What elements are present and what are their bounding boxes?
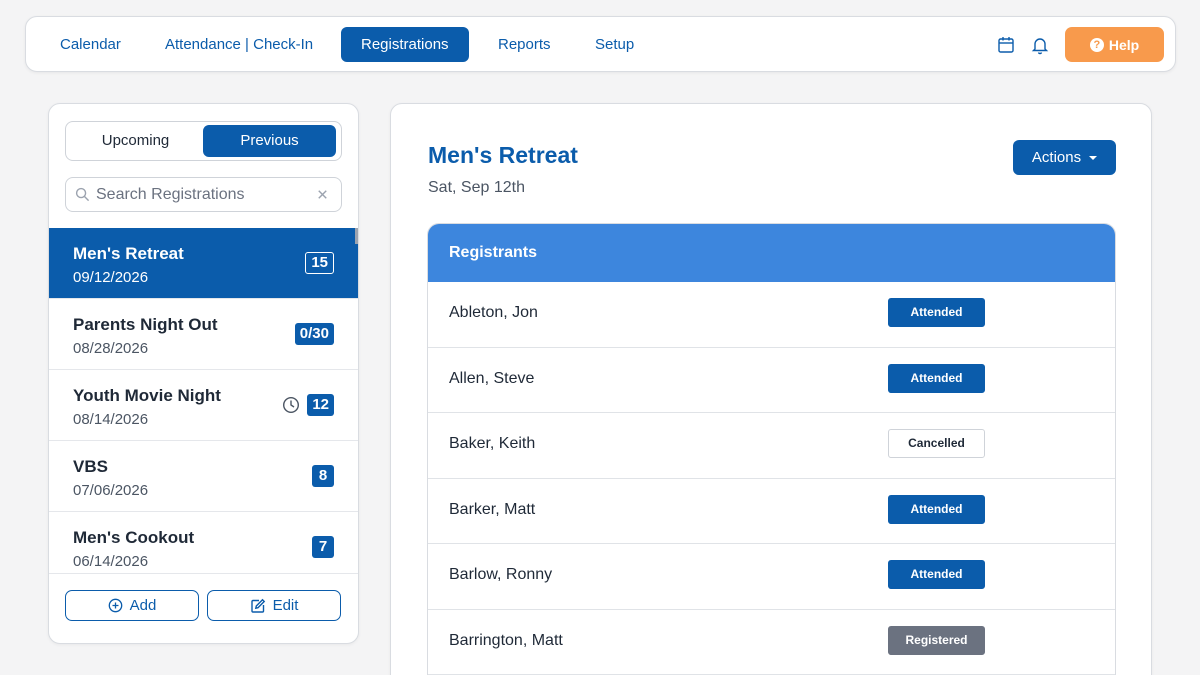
table-row[interactable]: Allen, Steve Attended bbox=[428, 348, 1115, 413]
search-icon bbox=[75, 187, 90, 202]
nav-registrations[interactable]: Registrations bbox=[341, 27, 469, 62]
event-date: Sat, Sep 12th bbox=[428, 179, 525, 196]
nav-reports[interactable]: Reports bbox=[478, 27, 571, 62]
toggle-upcoming[interactable]: Upcoming bbox=[69, 125, 202, 157]
nav-calendar[interactable]: Calendar bbox=[40, 27, 141, 62]
list-scrollbar[interactable] bbox=[355, 228, 358, 244]
registrant-name: Ableton, Jon bbox=[449, 304, 538, 321]
table-row[interactable]: Ableton, Jon Attended bbox=[428, 282, 1115, 348]
calendar-icon[interactable] bbox=[996, 35, 1016, 55]
search-box bbox=[65, 177, 342, 212]
list-item[interactable]: VBS 07/06/2026 8 bbox=[49, 441, 358, 512]
registration-date: 06/14/2026 bbox=[73, 553, 149, 570]
registration-list: Men's Retreat 09/12/2026 15 Parents Nigh… bbox=[49, 228, 358, 574]
edit-label: Edit bbox=[272, 597, 299, 614]
registration-date: 09/12/2026 bbox=[73, 269, 149, 286]
registrant-name: Baker, Keith bbox=[449, 435, 536, 452]
list-item[interactable]: Men's Retreat 09/12/2026 15 bbox=[49, 228, 358, 299]
clear-search-icon[interactable] bbox=[315, 187, 330, 202]
top-navigation: Calendar Attendance | Check-In Registrat… bbox=[25, 16, 1176, 72]
list-item[interactable]: Men's Cookout 06/14/2026 7 bbox=[49, 512, 358, 574]
count-badge: 7 bbox=[312, 536, 334, 558]
count-badge: 8 bbox=[312, 465, 334, 487]
count-badge: 15 bbox=[305, 252, 334, 274]
registration-name: Youth Movie Night bbox=[73, 386, 221, 405]
registration-name: Parents Night Out bbox=[73, 315, 218, 334]
table-header: Registrants bbox=[428, 224, 1115, 282]
status-badge[interactable]: Attended bbox=[888, 298, 985, 327]
registrations-sidebar: Upcoming Previous Men's Retreat 09/12/20… bbox=[48, 103, 359, 644]
table-row[interactable]: Barrington, Matt Registered bbox=[428, 610, 1115, 675]
status-badge[interactable]: Registered bbox=[888, 625, 985, 655]
table-row[interactable]: Barlow, Ronny Attended bbox=[428, 544, 1115, 610]
bell-icon[interactable] bbox=[1030, 35, 1050, 55]
registrant-name: Barlow, Ronny bbox=[449, 566, 553, 583]
clock-icon bbox=[282, 396, 300, 414]
registration-name: Men's Cookout bbox=[73, 528, 195, 547]
registrants-table: Registrants Ableton, Jon Attended Allen,… bbox=[427, 223, 1116, 675]
table-row[interactable]: Barker, Matt Attended bbox=[428, 479, 1115, 544]
registrant-name: Barker, Matt bbox=[449, 500, 536, 518]
status-badge[interactable]: Attended bbox=[888, 363, 985, 393]
registration-date: 08/14/2026 bbox=[73, 411, 149, 428]
count-badge: 0/30 bbox=[294, 323, 334, 345]
registrant-name: Allen, Steve bbox=[449, 369, 535, 387]
search-input[interactable] bbox=[96, 178, 316, 211]
registration-name: VBS bbox=[73, 457, 108, 476]
add-button[interactable]: Add bbox=[65, 590, 199, 621]
registration-date: 07/06/2026 bbox=[73, 482, 149, 499]
help-button[interactable]: ? Help bbox=[1065, 27, 1164, 62]
plus-circle-icon bbox=[108, 598, 122, 613]
status-badge[interactable]: Attended bbox=[888, 560, 985, 589]
sidebar-footer: Add Edit bbox=[49, 573, 358, 643]
list-item[interactable]: Parents Night Out 08/28/2026 0/30 bbox=[49, 299, 358, 370]
actions-label: Actions bbox=[1031, 149, 1082, 166]
edit-icon bbox=[250, 598, 265, 613]
nav-attendance-check-in[interactable]: Attendance | Check-In bbox=[145, 27, 333, 62]
question-circle-icon: ? bbox=[1089, 37, 1104, 52]
registrant-name: Barrington, Matt bbox=[449, 631, 563, 649]
table-row[interactable]: Baker, Keith Cancelled bbox=[428, 413, 1115, 479]
actions-dropdown-button[interactable]: Actions bbox=[1013, 140, 1116, 175]
add-label: Add bbox=[129, 597, 157, 614]
help-label: Help bbox=[1108, 36, 1140, 53]
caret-down-icon bbox=[1089, 155, 1098, 160]
status-badge[interactable]: Attended bbox=[888, 494, 985, 524]
registration-name: Men's Retreat bbox=[73, 244, 184, 263]
status-badge[interactable]: Cancelled bbox=[888, 429, 985, 458]
registration-detail-panel: Men's Retreat Sat, Sep 12th Actions Regi… bbox=[390, 103, 1152, 675]
nav-setup[interactable]: Setup bbox=[575, 27, 654, 62]
upcoming-previous-toggle: Upcoming Previous bbox=[65, 121, 342, 161]
edit-button[interactable]: Edit bbox=[207, 590, 341, 621]
list-item[interactable]: Youth Movie Night 08/14/2026 12 bbox=[49, 370, 358, 441]
toggle-previous[interactable]: Previous bbox=[203, 125, 336, 157]
registration-date: 08/28/2026 bbox=[73, 340, 149, 357]
count-badge: 12 bbox=[307, 394, 334, 416]
page-title: Men's Retreat bbox=[428, 142, 578, 168]
